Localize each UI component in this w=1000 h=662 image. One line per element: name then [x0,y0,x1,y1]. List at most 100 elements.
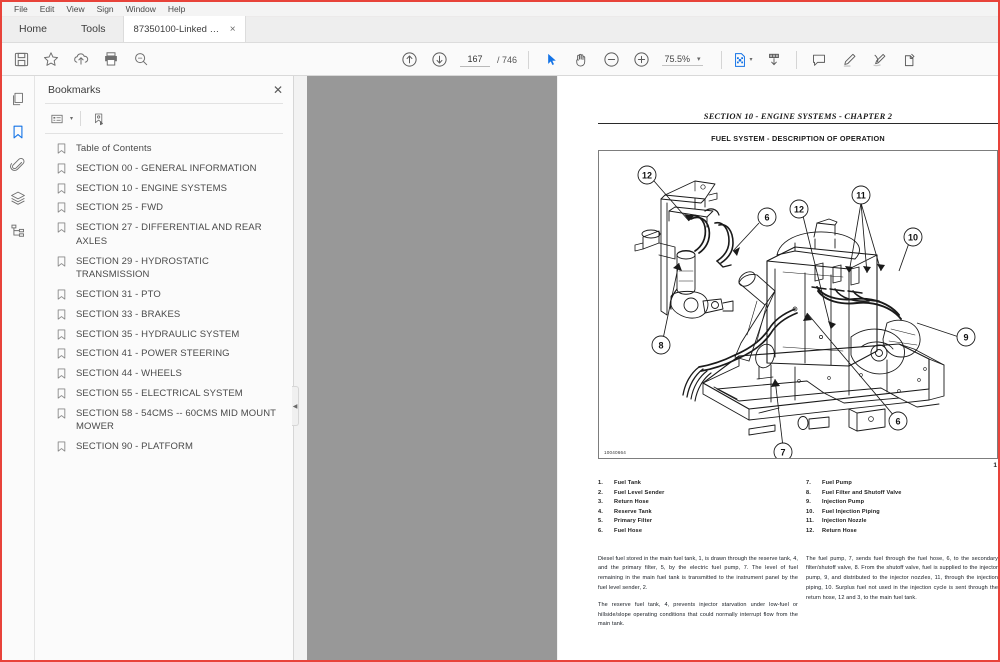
next-page-button[interactable] [424,45,454,75]
figure: 12 6 12 11 10 8 9 6 7 10040664 [598,150,998,459]
rail-item-bookmarks[interactable] [5,117,31,147]
bookmark-label: SECTION 35 - HYDRAULIC SYSTEM [76,328,240,340]
figure-code: 10040664 [604,450,627,455]
legend-number: 7. [806,480,811,486]
star-icon[interactable] [36,44,66,74]
legend-number: 4. [598,508,603,515]
rail-item-tags[interactable] [5,216,31,246]
bookmarks-panel: Bookmarks ✕ ▾ Table of Contents SECTION … [35,76,299,660]
previous-page-button[interactable] [394,45,424,75]
menu-item-file[interactable]: File [8,2,34,17]
header-rule [598,123,998,124]
legend-label: Fuel Pump [822,480,852,486]
legend-number: 9. [806,499,811,506]
fit-page-button[interactable] [759,45,789,75]
rail-item-page-thumbnails[interactable] [5,84,31,114]
legend-label: Fuel Injection Piping [822,508,880,515]
bookmark-label: SECTION 10 - ENGINE SYSTEMS [76,182,228,194]
list-item[interactable]: SECTION 35 - HYDRAULIC SYSTEM [35,325,293,345]
legend-number: 3. [598,499,603,506]
rail-item-layers[interactable] [5,183,31,213]
legend-label: Primary Filter [614,518,653,525]
list-item[interactable]: SECTION 58 - 54CMS -- 60CMS MID MOUNT MO… [35,404,293,438]
print-button[interactable] [96,44,126,74]
bookmark-icon [57,309,71,320]
list-item[interactable]: SECTION 29 - HYDROSTATIC TRANSMISSION [35,252,293,286]
hand-tool-button[interactable] [566,45,596,75]
svg-text:6: 6 [895,417,900,427]
select-tool-button[interactable] [536,45,566,75]
legend-item: 8. Fuel Filter and Shutoff Valve [806,489,998,499]
menu-item-window[interactable]: Window [120,2,162,17]
rail-item-attachments[interactable] [5,150,31,180]
legend-column-right: 7. Fuel Pump 8. Fuel Filter and Shutoff … [798,479,998,537]
menu-bar: File Edit View Sign Window Help [2,2,998,17]
chevron-down-icon[interactable]: ▾ [70,115,73,122]
layers-icon [10,190,26,206]
document-viewer[interactable]: SECTION 10 - ENGINE SYSTEMS - CHAPTER 2 … [294,76,998,660]
legend-item: 4. Reserve Tank [598,508,798,518]
zoom-in-button[interactable] [626,45,656,75]
application-window: File Edit View Sign Window Help Home Too… [0,0,1000,662]
list-item[interactable]: SECTION 90 - PLATFORM [35,437,293,457]
legend-label: Injection Pump [822,499,865,506]
tab-tools[interactable]: Tools [64,16,123,42]
legend-item: 2. Fuel Level Sender [598,489,798,499]
close-icon[interactable]: × [227,24,238,35]
search-icon[interactable] [126,44,156,74]
bookmark-icon [57,202,71,213]
legend-item: 7. Fuel Pump [806,479,998,489]
current-page-surface: SECTION 10 - ENGINE SYSTEMS - CHAPTER 2 … [558,76,998,660]
list-item[interactable]: SECTION 27 - DIFFERENTIAL AND REAR AXLES [35,218,293,252]
bookmark-icon [57,222,71,233]
tags-icon [10,223,26,239]
share-icon[interactable] [894,45,924,75]
list-item[interactable]: SECTION 00 - GENERAL INFORMATION [35,159,293,179]
bookmark-icon [57,348,71,359]
list-item[interactable]: Table of Contents [35,139,293,159]
menu-item-sign[interactable]: Sign [91,2,120,17]
list-item[interactable]: SECTION 55 - ELECTRICAL SYSTEM [35,384,293,404]
list-item[interactable]: SECTION 31 - PTO [35,285,293,305]
list-item[interactable]: SECTION 25 - FWD [35,198,293,218]
save-button[interactable] [6,44,36,74]
list-item[interactable]: SECTION 44 - WHEELS [35,364,293,384]
list-item[interactable]: SECTION 33 - BRAKES [35,305,293,325]
bookmark-list[interactable]: Table of Contents SECTION 00 - GENERAL I… [35,134,293,660]
page-number-input[interactable] [460,52,490,67]
legend-number: 11. [806,518,814,525]
list-item[interactable]: SECTION 41 - POWER STEERING [35,344,293,364]
tab-home[interactable]: Home [2,16,64,42]
bookmark-icon [57,441,71,452]
chevron-down-icon: ▾ [749,57,753,63]
previous-page-surface [307,76,557,660]
svg-text:8: 8 [658,341,663,351]
zoom-level-value: 75.5% [664,53,691,64]
legend-label: Fuel Filter and Shutoff Valve [822,489,902,496]
legend-column-left: 1. Fuel Tank 2. Fuel Level Sender 3. Ret… [598,479,798,537]
zoom-level-select[interactable]: 75.5% ▾ [662,54,703,66]
page-display-button[interactable]: ▾ [729,45,759,75]
fuel-system-diagram: 12 6 12 11 10 8 9 6 7 [634,165,976,458]
highlight-icon[interactable] [834,45,864,75]
list-item[interactable]: SECTION 10 - ENGINE SYSTEMS [35,179,293,199]
bookmark-label: SECTION 31 - PTO [76,289,161,301]
sidebar-collapse-handle[interactable]: ◀ [292,386,299,426]
menu-item-view[interactable]: View [60,2,90,17]
bookmarks-icon [10,124,26,140]
bookmark-label: SECTION 90 - PLATFORM [76,441,193,453]
new-bookmark-button[interactable] [87,108,111,130]
zoom-out-button[interactable] [596,45,626,75]
legend-item: 11. Injection Nozzle [806,517,998,527]
menu-item-help[interactable]: Help [162,2,191,17]
bookmark-options-button[interactable] [45,108,69,130]
close-icon[interactable]: ✕ [273,84,283,96]
upload-cloud-icon[interactable] [66,44,96,74]
comment-icon[interactable] [804,45,834,75]
document-tab[interactable]: 87350100-Linked … × [122,16,247,42]
legend-item: 12. Return Hose [806,527,998,537]
sign-icon[interactable] [864,45,894,75]
menu-item-edit[interactable]: Edit [34,2,61,17]
paragraph: Diesel fuel stored in the main fuel tank… [598,555,798,591]
page-content: SECTION 10 - ENGINE SYSTEMS - CHAPTER 2 … [598,111,998,637]
